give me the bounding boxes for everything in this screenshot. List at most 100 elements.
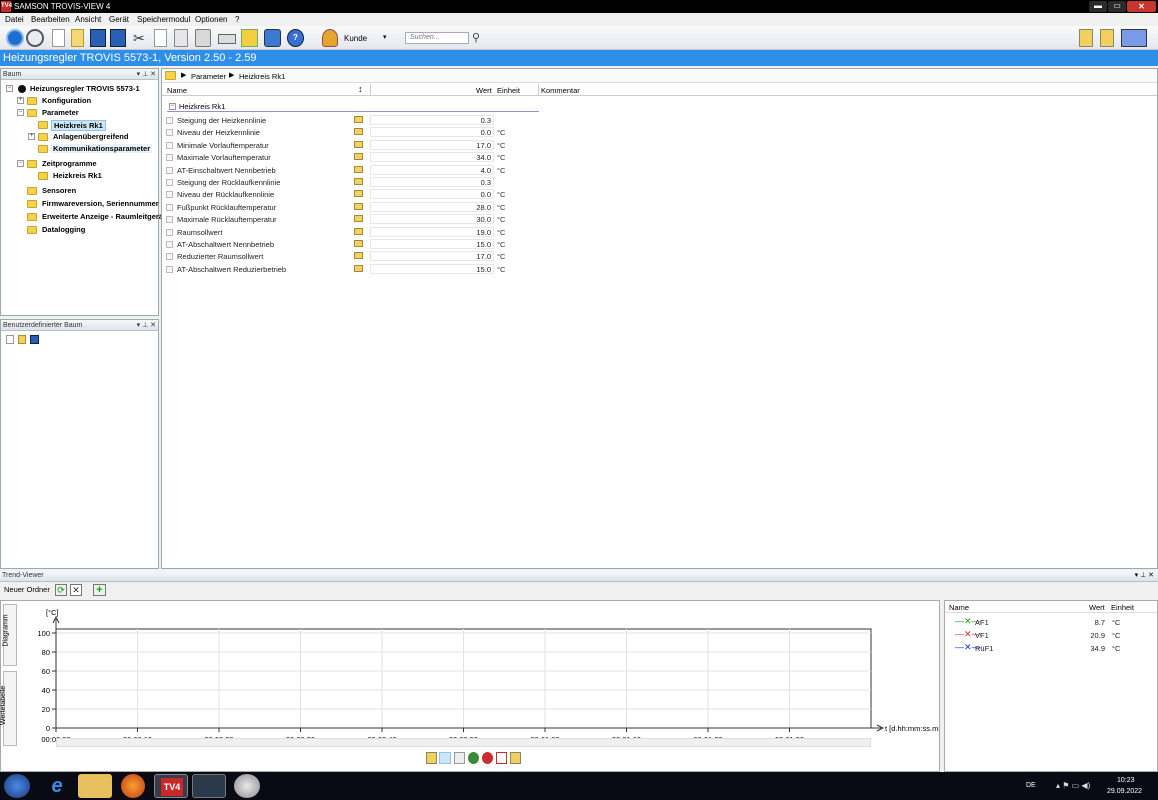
tray-icons[interactable]: ▴ ⚑ ▭ ◀) xyxy=(1056,781,1090,790)
cut-icon[interactable]: ✂ xyxy=(133,29,147,47)
disconnect-icon[interactable] xyxy=(1121,29,1147,47)
paste-icon[interactable] xyxy=(174,29,188,47)
minimize-button[interactable]: ▬ xyxy=(1089,1,1107,12)
user-label[interactable]: Kunde xyxy=(344,34,367,43)
param-row[interactable]: Minimale Vorlauftemperatur 17.0 °C xyxy=(162,139,702,151)
breadcrumb-heizkreis[interactable]: Heizkreis Rk1 xyxy=(239,72,285,81)
custom-new-icon[interactable] xyxy=(6,335,14,344)
edit-icon[interactable] xyxy=(354,215,363,223)
param-value[interactable]: 17.0 xyxy=(370,139,494,150)
custom-open-icon[interactable] xyxy=(18,335,26,344)
row-checkbox[interactable] xyxy=(166,216,173,224)
param-value[interactable]: 0.3 xyxy=(370,115,494,125)
param-value[interactable]: 0.3 xyxy=(370,177,494,187)
param-value[interactable]: 4.0 xyxy=(370,164,494,175)
app-window-icon[interactable] xyxy=(192,774,226,798)
expand-icon[interactable]: + xyxy=(28,133,35,140)
expand-icon[interactable]: + xyxy=(17,97,24,104)
trend-chart[interactable]: 10080604020000:00:0000:00:1000:00:2000:0… xyxy=(21,601,939,751)
help-icon[interactable]: ? xyxy=(287,29,304,47)
row-checkbox[interactable] xyxy=(166,179,173,186)
col-unit[interactable]: Einheit xyxy=(497,86,520,95)
tree-item[interactable]: Parameter xyxy=(40,108,81,117)
side-tab-table[interactable]: Wertetabelle xyxy=(0,671,17,746)
print-icon[interactable] xyxy=(195,29,211,47)
row-checkbox[interactable] xyxy=(166,241,173,248)
dock-up-icon[interactable] xyxy=(1100,29,1114,47)
param-value[interactable]: 0.0 xyxy=(370,127,494,138)
param-row[interactable]: AT-Abschaltwert Reduzierbetrieb 15.0 °C xyxy=(162,263,702,275)
edit-icon[interactable] xyxy=(354,252,363,260)
legend-row[interactable]: —✕— VF1 20.9 °C xyxy=(945,629,1157,641)
tree-item[interactable]: Datalogging xyxy=(40,225,87,234)
back-icon[interactable] xyxy=(6,29,24,47)
edit-icon[interactable] xyxy=(354,165,363,173)
legend-col-unit[interactable]: Einheit xyxy=(1111,603,1134,612)
tree-item[interactable]: Heizungsregler TROVIS 5573-1 xyxy=(28,84,142,93)
tree-item[interactable]: Erweiterte Anzeige - Raumleitgerä xyxy=(40,212,165,221)
zoom-fit-icon[interactable] xyxy=(496,752,507,764)
row-checkbox[interactable] xyxy=(166,141,173,149)
zoom-box-icon[interactable] xyxy=(510,752,521,764)
search-icon[interactable]: ⚲ xyxy=(472,31,480,44)
close-button[interactable]: ✕ xyxy=(1127,1,1156,12)
edit-icon[interactable] xyxy=(354,128,363,136)
legend-col-name[interactable]: Name xyxy=(949,603,969,612)
param-value[interactable]: 34.0 xyxy=(370,152,494,163)
tree-item[interactable]: Konfiguration xyxy=(40,96,93,105)
language-indicator[interactable]: DE xyxy=(1026,782,1036,789)
legend-col-value[interactable]: Wert xyxy=(1089,603,1105,612)
legend-row[interactable]: —✕— RüF1 34.9 °C xyxy=(945,642,1157,654)
legend-row[interactable]: —✕— AF1 8.7 °C xyxy=(945,616,1157,628)
trovis-view-taskbar[interactable]: TV4 xyxy=(154,774,188,798)
copy-icon[interactable] xyxy=(154,29,167,47)
collapse-icon[interactable]: − xyxy=(17,160,24,167)
user-dropdown-icon[interactable]: ▾ xyxy=(383,33,387,41)
edit-icon[interactable] xyxy=(354,240,363,247)
row-checkbox[interactable] xyxy=(166,265,173,273)
edit-icon[interactable] xyxy=(354,190,363,198)
explorer-icon[interactable] xyxy=(78,774,112,798)
side-tab-diagram[interactable]: Diagramm xyxy=(3,604,17,666)
folder-tab[interactable]: Neuer Ordner xyxy=(4,585,50,594)
device-read-icon[interactable] xyxy=(218,34,236,44)
select-icon[interactable] xyxy=(439,752,451,764)
tree-item[interactable]: Heizkreis Rk1 xyxy=(51,120,106,131)
menu-geraet[interactable]: Gerät xyxy=(109,15,129,24)
tree-item[interactable]: Anlagenübergreifend xyxy=(51,132,130,141)
edit-icon[interactable] xyxy=(354,178,363,185)
param-value[interactable]: 28.0 xyxy=(370,201,494,212)
param-value[interactable]: 19.0 xyxy=(370,226,494,237)
edit-icon[interactable] xyxy=(354,227,363,235)
tree-item[interactable]: Kommunikationsparameter xyxy=(51,144,153,153)
edit-icon[interactable] xyxy=(354,140,363,148)
dock-down-icon[interactable] xyxy=(1079,29,1093,47)
save-icon[interactable] xyxy=(90,29,106,47)
row-checkbox[interactable] xyxy=(166,203,173,211)
col-value[interactable]: Wert xyxy=(476,86,492,95)
edit-icon[interactable] xyxy=(354,202,363,210)
upload-icon[interactable] xyxy=(241,29,258,47)
menu-speichermodul[interactable]: Speichermodul xyxy=(137,15,190,24)
row-checkbox[interactable] xyxy=(166,117,173,124)
paint-icon[interactable] xyxy=(234,774,260,798)
save-all-icon[interactable] xyxy=(110,29,126,47)
param-row[interactable]: Steigung der Heizkennlinie 0.3 xyxy=(162,114,702,126)
edit-icon[interactable] xyxy=(354,116,363,123)
tree-item[interactable]: Sensoren xyxy=(40,186,78,195)
collapse-icon[interactable]: − xyxy=(17,109,24,116)
collapse-icon[interactable]: − xyxy=(169,103,176,110)
menu-optionen[interactable]: Optionen xyxy=(195,15,227,24)
param-row[interactable]: Steigung der Rücklaufkennlinie 0.3 xyxy=(162,176,702,188)
param-value[interactable]: 0.0 xyxy=(370,189,494,200)
menu-help[interactable]: ? xyxy=(235,15,239,24)
col-name[interactable]: Name xyxy=(167,86,187,95)
sort-icon[interactable]: ↕ xyxy=(358,84,363,94)
delete-folder-icon[interactable]: ✕ xyxy=(70,584,82,596)
param-row[interactable]: Maximale Rücklauftemperatur 30.0 °C xyxy=(162,213,702,225)
edit-icon[interactable] xyxy=(354,264,363,272)
param-value[interactable]: 15.0 xyxy=(370,239,494,249)
group-header[interactable]: − Heizkreis Rk1 xyxy=(167,101,539,112)
col-comment[interactable]: Kommentar xyxy=(541,86,580,95)
row-checkbox[interactable] xyxy=(166,191,173,199)
